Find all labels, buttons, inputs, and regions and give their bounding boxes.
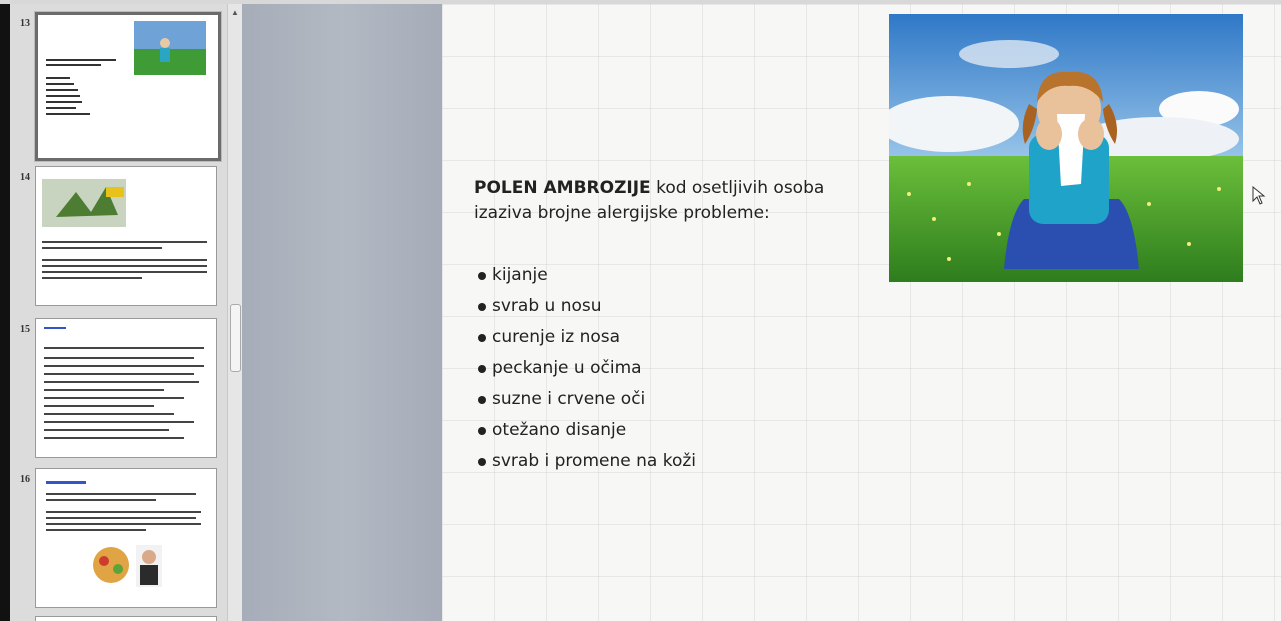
bullet-dot-icon (478, 364, 486, 373)
symptom-bullet-list[interactable]: kijanje svrab u nosu curenje iz nosa pec… (478, 260, 696, 477)
bullet-dot-icon (478, 271, 486, 280)
scroll-up-arrow-icon[interactable]: ▲ (231, 8, 239, 17)
thumbnail-slide-17[interactable] (35, 616, 217, 621)
bullet-text: otežano disanje (492, 420, 627, 440)
thumbnail-14-preview (36, 167, 216, 305)
thumbnail-15-preview (36, 319, 216, 457)
bullet-item: otežano disanje (478, 415, 696, 446)
slide-heading[interactable]: POLEN AMBROZIJE kod osetljivih osoba iza… (474, 176, 854, 226)
bullet-item: svrab u nosu (478, 291, 696, 322)
heading-text-line1: kod osetljivih osoba (650, 178, 825, 198)
thumbnail-16-preview (36, 469, 216, 607)
slide-canvas[interactable]: POLEN AMBROZIJE kod osetljivih osoba iza… (442, 4, 1281, 621)
thumbnail-scrollbar[interactable]: ▲ (227, 4, 242, 621)
bullet-text: curenje iz nosa (492, 327, 621, 347)
bullet-item: suzne i crvene oči (478, 384, 696, 415)
bullet-item: peckanje u očima (478, 353, 696, 384)
heading-bold-text: POLEN AMBROZIJE (474, 178, 651, 198)
bullet-text: peckanje u očima (492, 358, 642, 378)
bullet-text: svrab u nosu (492, 296, 602, 316)
thumbnail-number-13: 13 (20, 18, 30, 29)
bullet-dot-icon (478, 457, 486, 466)
bullet-dot-icon (478, 302, 486, 311)
screen-edge (0, 0, 10, 621)
bullet-item: kijanje (478, 260, 696, 291)
girl-sneezing-in-meadow-photo[interactable] (889, 14, 1243, 282)
thumbnail-slide-16[interactable] (35, 468, 217, 608)
thumbnail-slide-14[interactable] (35, 166, 217, 306)
thumbnail-13-preview (38, 15, 218, 158)
slide-photo-art (889, 14, 1243, 282)
bullet-item: curenje iz nosa (478, 322, 696, 353)
thumbnail-number-16: 16 (20, 474, 30, 485)
thumbnail-number-15: 15 (20, 324, 30, 335)
bullet-dot-icon (478, 333, 486, 342)
thumbnail-slide-13[interactable] (34, 11, 222, 162)
bullet-dot-icon (478, 426, 486, 435)
slide-thumbnail-panel[interactable]: 13 14 15 16 ▲ (10, 4, 242, 621)
heading-text-line2: izaziva brojne alergijske probleme: (474, 203, 770, 223)
bullet-item: svrab i promene na koži (478, 446, 696, 477)
scrollbar-thumb[interactable] (230, 304, 241, 372)
thumbnail-slide-15[interactable] (35, 318, 217, 458)
bullet-dot-icon (478, 395, 486, 404)
bullet-text: svrab i promene na koži (492, 451, 696, 471)
bullet-text: suzne i crvene oči (492, 389, 646, 409)
mouse-pointer-icon (1252, 186, 1266, 205)
thumbnail-number-14: 14 (20, 172, 30, 183)
editor-workspace (242, 4, 442, 621)
bullet-text: kijanje (492, 265, 548, 285)
